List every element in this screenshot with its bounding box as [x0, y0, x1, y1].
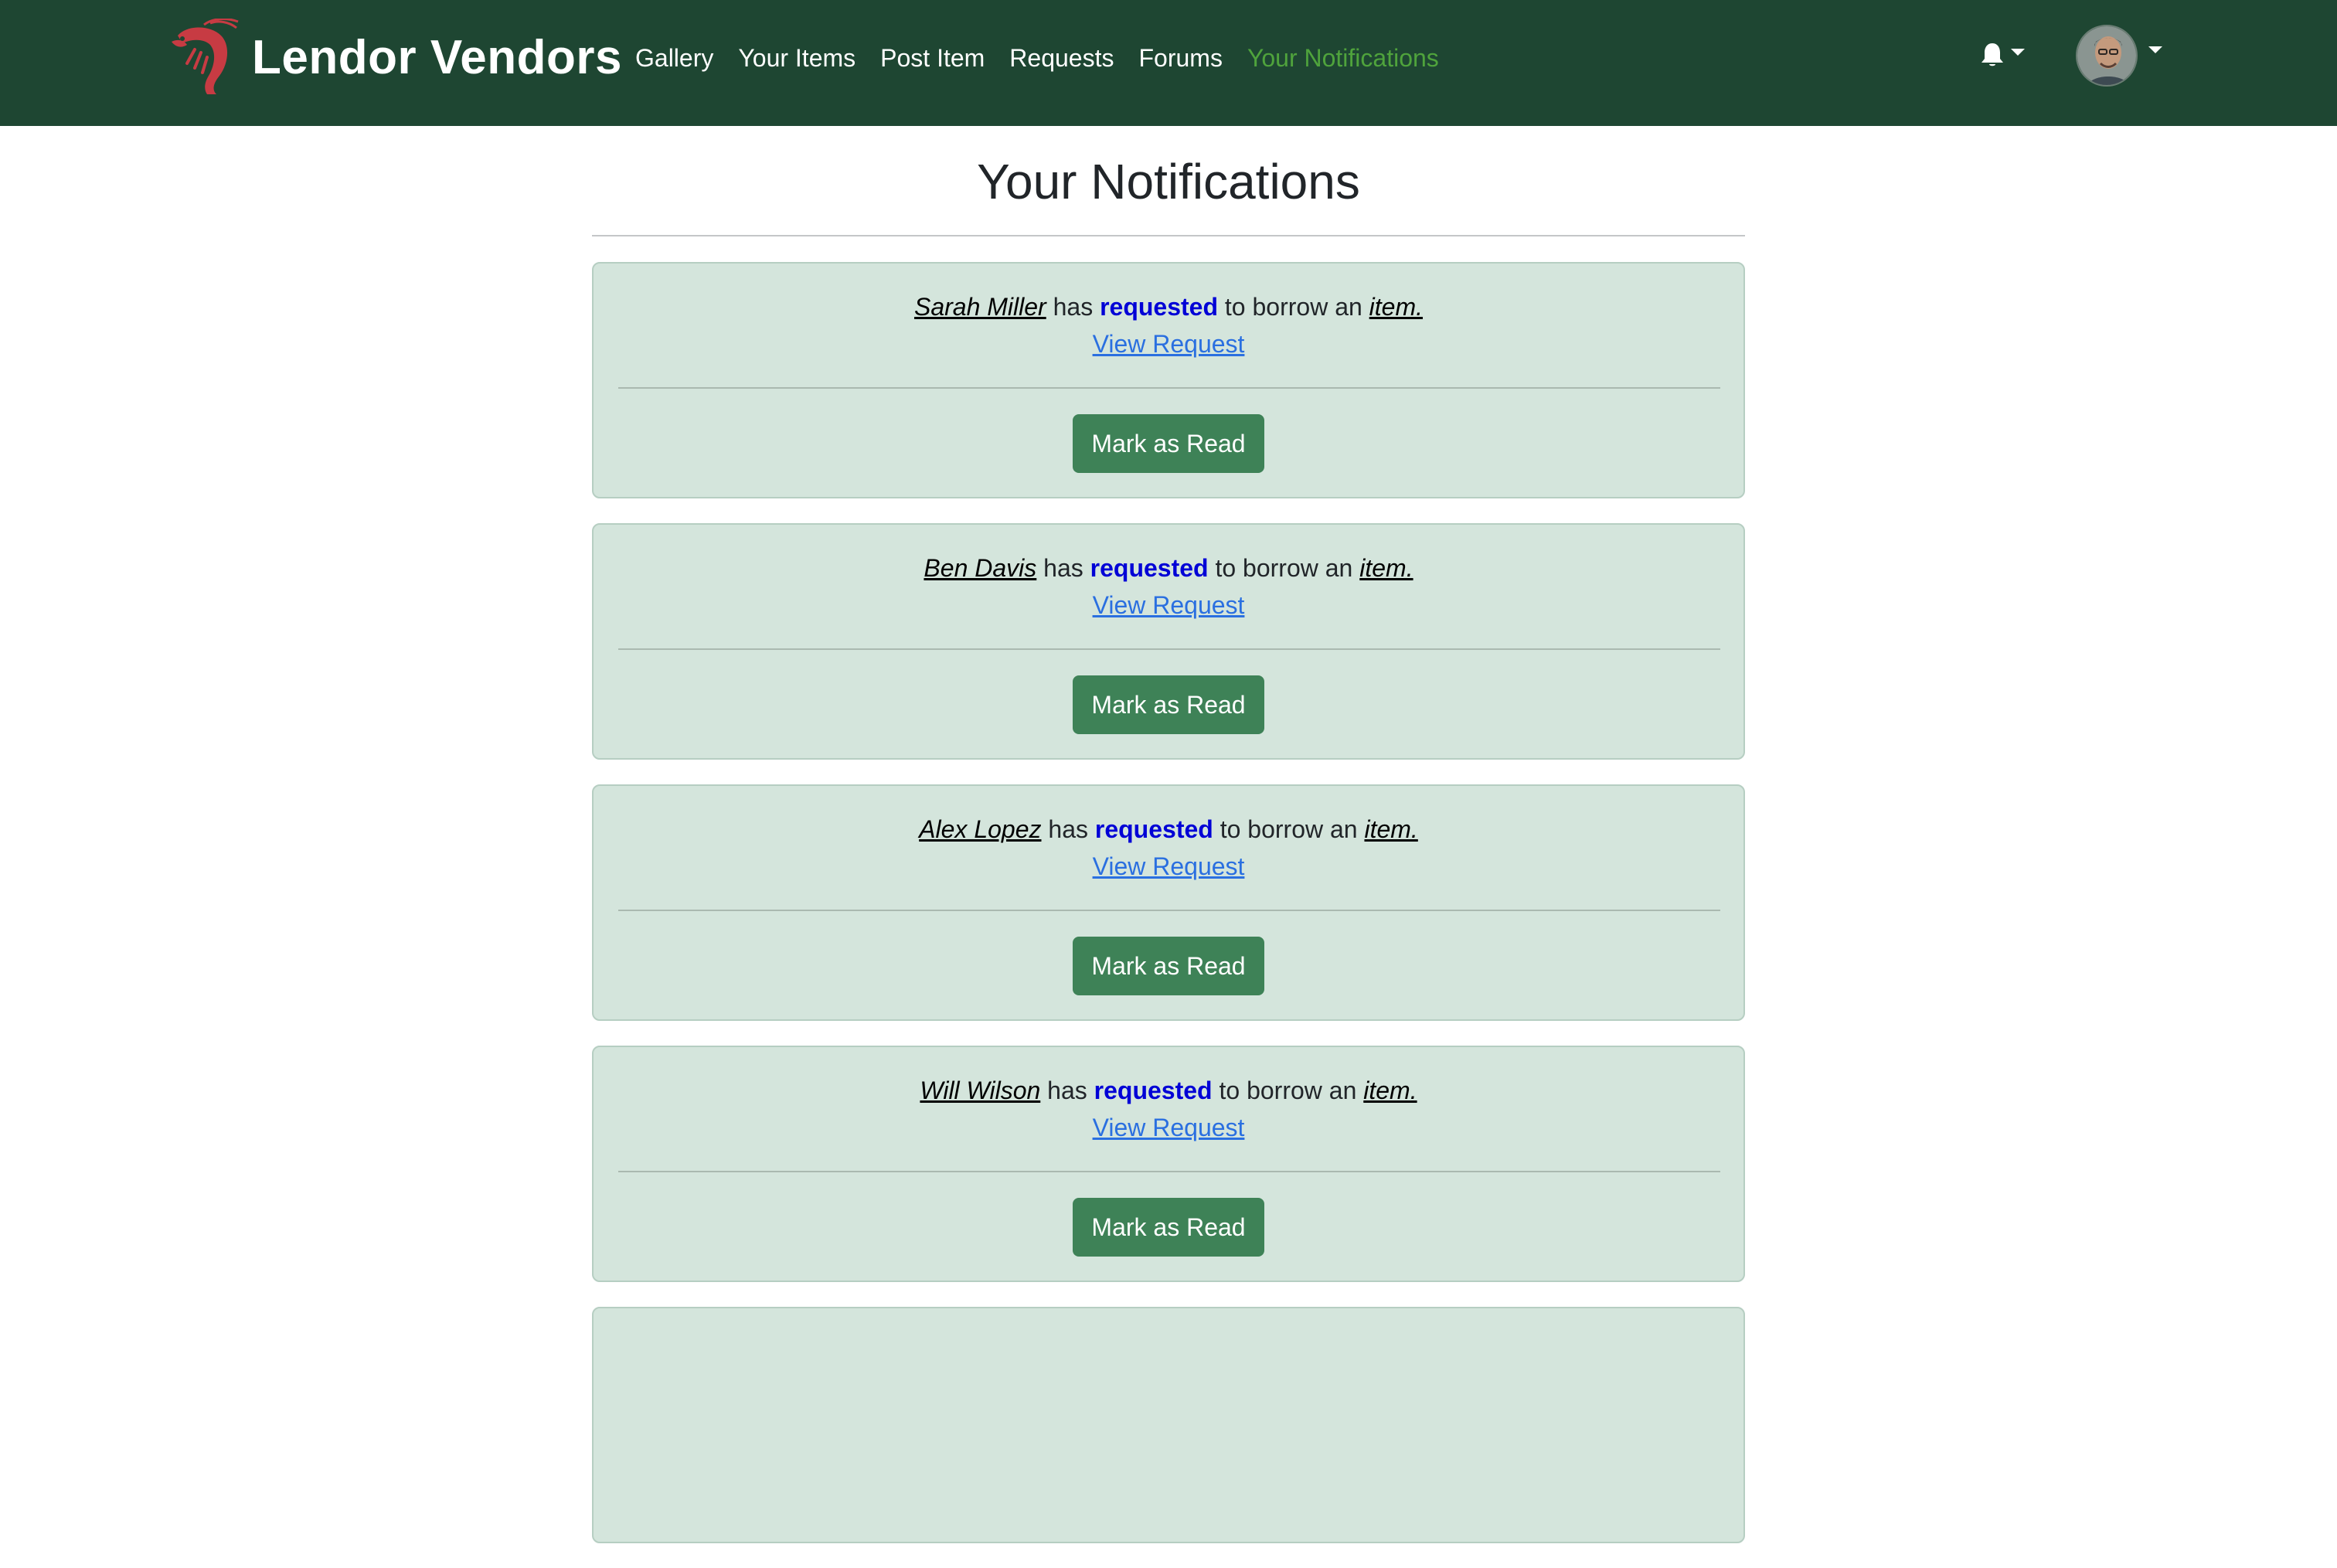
- nav-links: Gallery Your Items Post Item Requests Fo…: [635, 39, 1464, 77]
- nav-your-items[interactable]: Your Items: [738, 44, 856, 73]
- requester-name-link[interactable]: Alex Lopez: [919, 815, 1041, 843]
- item-link[interactable]: item.: [1363, 1077, 1417, 1104]
- message-text: has: [1047, 1077, 1087, 1104]
- notification-card: Will Wilson has requested to borrow an i…: [592, 1046, 1745, 1282]
- message-text: has: [1053, 293, 1094, 321]
- notification-card: Ben Davis has requested to borrow an ite…: [592, 523, 1745, 760]
- mark-as-read-button[interactable]: Mark as Read: [1073, 414, 1264, 473]
- shrimp-logo-icon: [172, 19, 239, 94]
- request-verb: requested: [1100, 293, 1219, 321]
- notifications-list: Sarah Miller has requested to borrow an …: [592, 262, 1745, 1568]
- chevron-down-icon: [2148, 46, 2162, 53]
- notification-card: Alex Lopez has requested to borrow an it…: [592, 784, 1745, 1021]
- user-menu-dropdown[interactable]: [2076, 25, 2162, 87]
- title-divider: [592, 235, 1745, 236]
- user-avatar-icon: [2077, 26, 2136, 85]
- view-request-link[interactable]: View Request: [1093, 1114, 1245, 1141]
- top-navbar: Lendor Vendors Gallery Your Items Post I…: [0, 0, 2337, 126]
- request-verb: requested: [1094, 815, 1213, 843]
- nav-your-notifications[interactable]: Your Notifications: [1247, 44, 1439, 73]
- view-request-link[interactable]: View Request: [1093, 330, 1245, 358]
- message-text: to borrow an: [1219, 1077, 1357, 1104]
- request-verb: requested: [1090, 554, 1209, 582]
- mark-as-read-button[interactable]: Mark as Read: [1073, 937, 1264, 995]
- brand-name: Lendor Vendors: [252, 30, 622, 84]
- notification-message: Will Wilson has requested to borrow an i…: [594, 1073, 1743, 1107]
- nav-gallery[interactable]: Gallery: [635, 44, 713, 73]
- notification-message: Alex Lopez has requested to borrow an it…: [594, 812, 1743, 846]
- item-link[interactable]: item.: [1364, 815, 1417, 843]
- brand-link[interactable]: Lendor Vendors: [164, 17, 622, 97]
- notification-card: Sarah Miller has requested to borrow an …: [592, 262, 1745, 498]
- bell-icon: [1982, 43, 2003, 66]
- nav-forums[interactable]: Forums: [1138, 44, 1222, 73]
- message-text: to borrow an: [1220, 815, 1358, 843]
- message-text: to borrow an: [1224, 293, 1362, 321]
- message-text: to borrow an: [1215, 554, 1353, 582]
- requester-name-link[interactable]: Ben Davis: [924, 554, 1036, 582]
- card-divider: [618, 648, 1720, 650]
- item-link[interactable]: item.: [1359, 554, 1413, 582]
- card-divider: [618, 1171, 1720, 1172]
- item-link[interactable]: item.: [1369, 293, 1423, 321]
- notifications-dropdown[interactable]: [1980, 42, 2025, 68]
- nav-requests[interactable]: Requests: [1009, 44, 1114, 73]
- main-content: Your Notifications Sarah Miller has requ…: [592, 126, 1745, 1543]
- card-divider: [618, 387, 1720, 389]
- view-request-link[interactable]: View Request: [1093, 852, 1245, 880]
- nav-post-item[interactable]: Post Item: [880, 44, 985, 73]
- view-request-link[interactable]: View Request: [1093, 591, 1245, 619]
- avatar: [2076, 25, 2138, 87]
- notification-message: Sarah Miller has requested to borrow an …: [594, 290, 1743, 324]
- message-text: has: [1048, 815, 1088, 843]
- mark-as-read-button[interactable]: Mark as Read: [1073, 675, 1264, 734]
- card-divider: [618, 910, 1720, 911]
- mark-as-read-button[interactable]: Mark as Read: [1073, 1198, 1264, 1257]
- requester-name-link[interactable]: Sarah Miller: [914, 293, 1046, 321]
- requester-name-link[interactable]: Will Wilson: [920, 1077, 1040, 1104]
- notification-card-partial: [592, 1307, 1745, 1543]
- message-text: has: [1043, 554, 1083, 582]
- chevron-down-icon: [2011, 48, 2025, 56]
- notification-message: Ben Davis has requested to borrow an ite…: [594, 551, 1743, 585]
- request-verb: requested: [1094, 1077, 1213, 1104]
- page-title: Your Notifications: [977, 154, 1360, 209]
